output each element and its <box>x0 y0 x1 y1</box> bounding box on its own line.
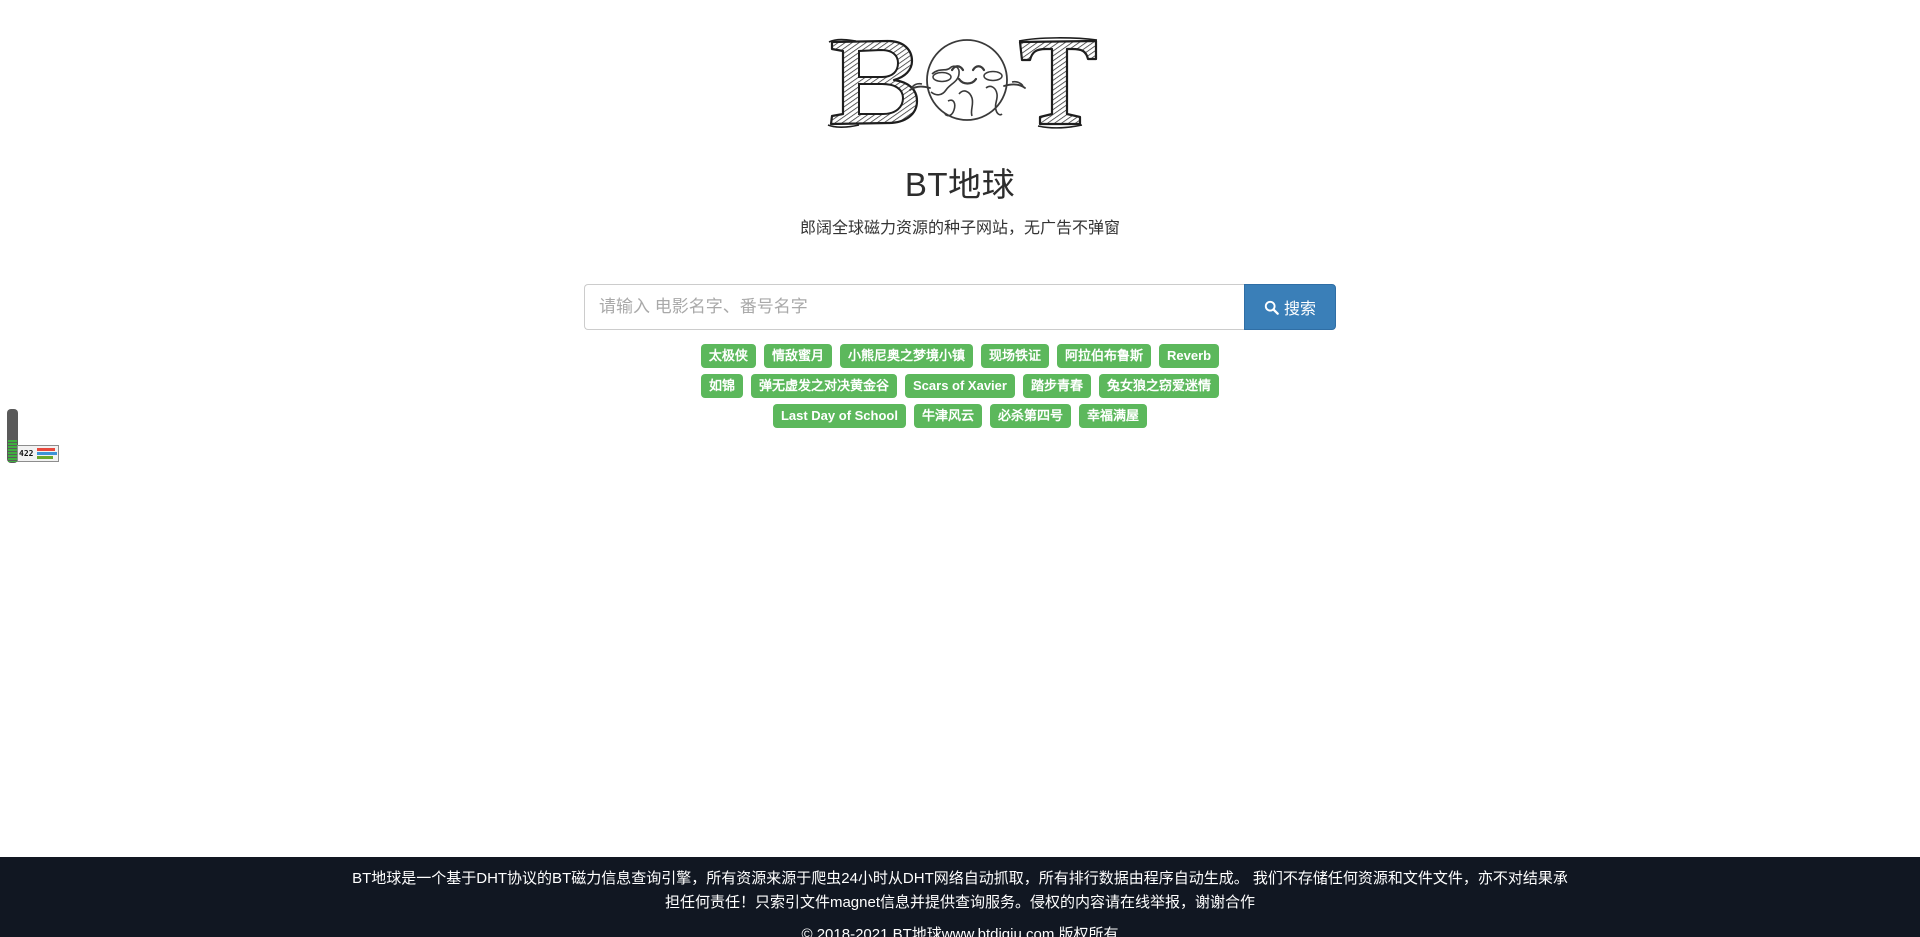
tag-item[interactable]: Last Day of School <box>772 404 906 428</box>
footer-copyright: © 2018-2021 BT地球www.btdiqiu.com 版权所有 <box>801 926 1119 937</box>
tag-item[interactable]: 情敌蜜月 <box>763 344 832 368</box>
bt-globe-logo-icon <box>827 37 1098 129</box>
tag-item[interactable]: 如锦 <box>700 374 743 398</box>
tag-row: Last Day of School 牛津风云 必杀第四号 幸福满屋 <box>0 404 1920 428</box>
network-speed-label: 422 <box>19 448 34 458</box>
network-speed-widget[interactable]: 422 <box>3 409 59 465</box>
logo-globe-icon <box>909 39 1026 121</box>
search-area: 搜索 <box>0 284 1920 330</box>
tag-item[interactable]: 现场铁证 <box>980 344 1049 368</box>
tag-item[interactable]: 弹无虚发之对决黄金谷 <box>751 374 898 398</box>
search-button[interactable]: 搜索 <box>1244 284 1336 330</box>
tag-item[interactable]: 小熊尼奥之梦境小镇 <box>839 344 973 368</box>
network-stats-panel[interactable]: 422 <box>17 445 59 462</box>
tag-item[interactable]: 牛津风云 <box>913 404 982 428</box>
signal-bar-fill <box>8 440 17 462</box>
tag-item[interactable]: 幸福满屋 <box>1079 404 1148 428</box>
logo-letter-t <box>1018 37 1098 129</box>
logo-letter-b <box>827 38 919 129</box>
tag-row: 如锦 弹无虚发之对决黄金谷 Scars of Xavier 踏步青春 兔女狼之窃… <box>0 374 1920 398</box>
tag-item[interactable]: 踏步青春 <box>1022 374 1091 398</box>
search-icon <box>1264 300 1279 315</box>
tag-row: 太极侠 情敌蜜月 小熊尼奥之梦境小镇 现场铁证 阿拉伯布鲁斯 Reverb <box>0 344 1920 368</box>
tag-item[interactable]: 太极侠 <box>700 344 756 368</box>
hot-keyword-tags: 太极侠 情敌蜜月 小熊尼奥之梦境小镇 现场铁证 阿拉伯布鲁斯 Reverb 如锦… <box>0 344 1920 434</box>
footer-description: BT地球是一个基于DHT协议的BT磁力信息查询引擎，所有资源来源于爬虫24小时从… <box>352 870 1568 911</box>
tag-item[interactable]: Reverb <box>1159 344 1220 368</box>
tag-item[interactable]: 必杀第四号 <box>990 404 1072 428</box>
site-logo[interactable] <box>0 24 1920 139</box>
network-sparkline-icon <box>37 448 57 461</box>
page-footer: BT地球是一个基于DHT协议的BT磁力信息查询引擎，所有资源来源于爬虫24小时从… <box>0 855 1920 937</box>
tag-item[interactable]: 兔女狼之窃爱迷情 <box>1098 374 1219 398</box>
site-tagline: 郎阔全球磁力资源的种子网站，无广告不弹窗 <box>799 220 1120 237</box>
search-input[interactable] <box>584 284 1244 330</box>
tag-item[interactable]: Scars of Xavier <box>905 374 1015 398</box>
search-form: 搜索 <box>584 284 1336 330</box>
page-root: BT地球 郎阔全球磁力资源的种子网站，无广告不弹窗 搜索 太极侠 情敌蜜月 小熊… <box>0 0 1920 937</box>
tag-item[interactable]: 阿拉伯布鲁斯 <box>1056 344 1151 368</box>
page-title: BT地球 <box>904 166 1016 203</box>
search-button-label: 搜索 <box>1283 301 1316 318</box>
